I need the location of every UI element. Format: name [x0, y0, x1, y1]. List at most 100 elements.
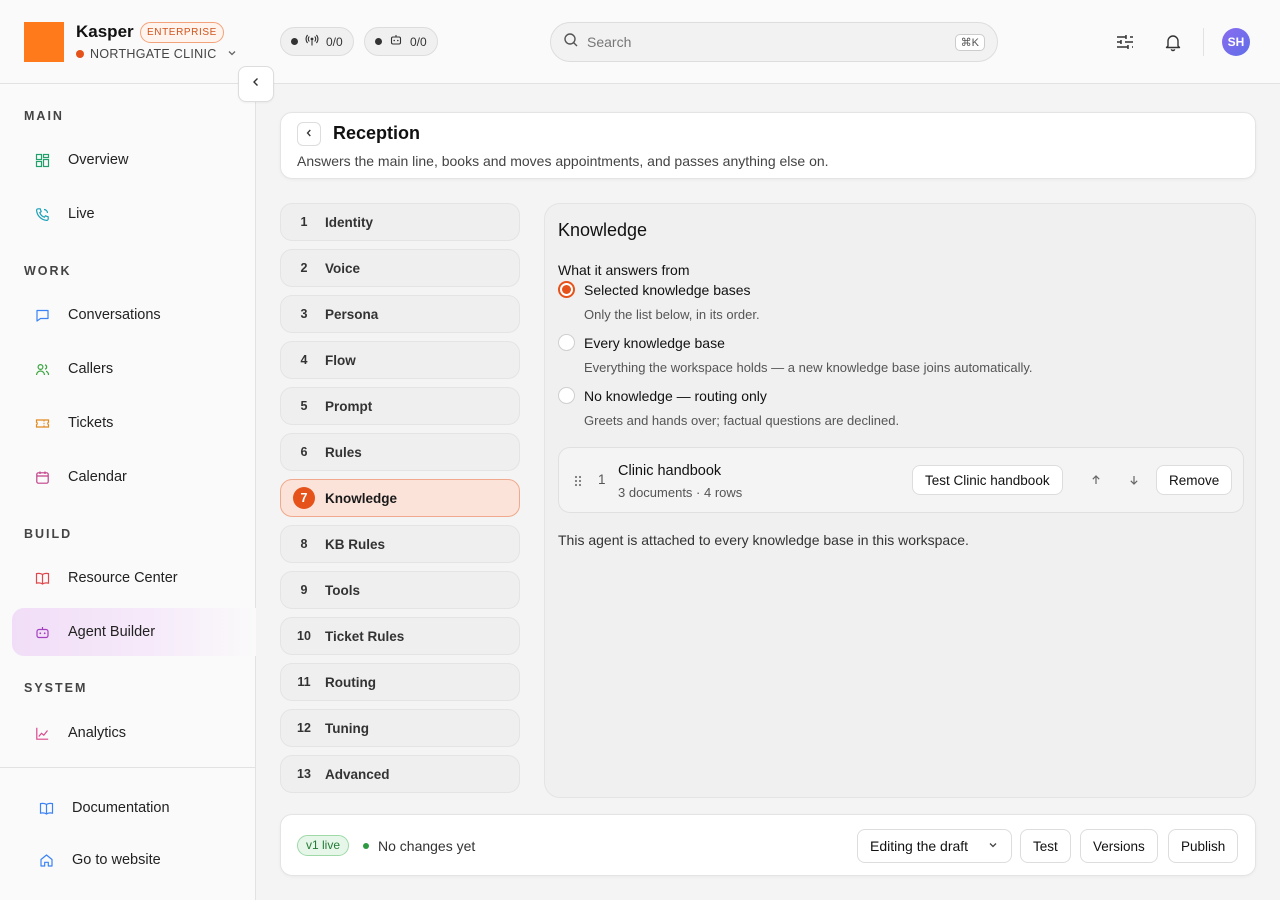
step-number: 9	[300, 583, 308, 597]
sidebar-item-overview[interactable]: Overview	[12, 136, 256, 184]
sidebar-collapse-button[interactable]	[238, 66, 274, 102]
option-label: Every knowledge base	[584, 334, 725, 351]
versions-button[interactable]: Versions	[1080, 829, 1158, 863]
sidebar-item-go-to-website[interactable]: Go to website	[16, 836, 260, 884]
draft-status-text: No changes yet	[378, 838, 476, 854]
radio-unselected[interactable]	[558, 387, 575, 404]
arrow-down-icon[interactable]	[1125, 470, 1143, 490]
step-label: Identity	[325, 214, 374, 230]
option-label: Selected knowledge bases	[584, 281, 751, 298]
workspace-name: NORTHGATE CLINIC	[90, 47, 217, 61]
step-label: Routing	[325, 674, 376, 690]
step-kb-rules[interactable]: 8 KB Rules	[280, 525, 520, 563]
option-selected-knowledge-bases[interactable]: Selected knowledge bases	[558, 281, 751, 298]
radio-selected[interactable]	[558, 281, 575, 298]
sidebar: MAIN Overview Live WORK Conversations Ca…	[0, 84, 256, 900]
draft-status: No changes yet	[363, 838, 475, 854]
ticket-icon	[34, 415, 50, 431]
edit-mode-select[interactable]: Editing the draft	[857, 829, 1012, 863]
step-ticket-rules[interactable]: 10 Ticket Rules	[280, 617, 520, 655]
bot-icon	[389, 33, 403, 50]
step-prompt[interactable]: 5 Prompt	[280, 387, 520, 425]
option-help: Only the list below, in its order.	[584, 307, 760, 322]
version-badge: v1 live	[297, 835, 350, 856]
sidebar-item-resource-center[interactable]: Resource Center	[12, 554, 256, 602]
step-knowledge[interactable]: 7 Knowledge	[280, 479, 520, 517]
broadcast-icon	[305, 33, 319, 50]
search-input[interactable]	[587, 34, 947, 50]
step-label: Tools	[325, 582, 360, 598]
calendar-icon	[34, 469, 50, 485]
sidebar-item-calendar[interactable]: Calendar	[12, 453, 256, 501]
arrow-up-icon[interactable]	[1087, 470, 1105, 490]
chat-icon	[34, 307, 50, 323]
search-icon	[563, 32, 579, 53]
sidebar-item-label: Agent Builder	[68, 624, 156, 640]
kb-meta: 3 documents · 4 rows	[618, 485, 743, 500]
step-label: Ticket Rules	[325, 628, 405, 644]
step-routing[interactable]: 11 Routing	[280, 663, 520, 701]
knowledge-panel: Knowledge What it answers from Selected …	[544, 203, 1256, 798]
bell-icon[interactable]	[1161, 30, 1185, 54]
step-label: Flow	[325, 352, 356, 368]
step-persona[interactable]: 3 Persona	[280, 295, 520, 333]
test-kb-button[interactable]: Test Clinic handbook	[912, 465, 1063, 495]
chevron-left-icon	[250, 75, 262, 93]
agent-description: Answers the main line, books and moves a…	[297, 153, 829, 169]
step-identity[interactable]: 1 Identity	[280, 203, 520, 241]
page-title: Reception	[333, 123, 421, 143]
option-help: Greets and hands over; factual questions…	[584, 413, 900, 428]
sidebar-item-callers[interactable]: Callers	[12, 345, 256, 393]
step-number: 5	[300, 399, 308, 413]
step-advanced[interactable]: 13 Advanced	[280, 755, 520, 793]
step-flow[interactable]: 4 Flow	[280, 341, 520, 379]
sidebar-item-tickets[interactable]: Tickets	[12, 399, 256, 447]
step-tuning[interactable]: 12 Tuning	[280, 709, 520, 747]
attached-note: This agent is attached to every knowledg…	[558, 532, 969, 548]
sidebar-item-agent-builder[interactable]: Agent Builder	[12, 608, 256, 656]
drag-handle-icon[interactable]	[573, 474, 583, 491]
sidebar-item-label: Overview	[68, 152, 129, 168]
step-label: Knowledge	[325, 490, 398, 506]
book-open-icon	[38, 800, 54, 816]
bots-counter-pill[interactable]: 0/0	[364, 27, 438, 56]
status-dot	[291, 38, 298, 45]
step-number: 11	[297, 675, 311, 689]
publish-button[interactable]: Publish	[1168, 829, 1239, 863]
avatar[interactable]: SH	[1222, 28, 1250, 56]
step-label: Advanced	[325, 766, 390, 782]
phone-icon	[34, 206, 50, 222]
back-button[interactable]	[297, 122, 321, 146]
radio-unselected[interactable]	[558, 334, 575, 351]
test-button[interactable]: Test	[1020, 829, 1071, 863]
step-number: 6	[300, 445, 308, 459]
sidebar-item-label: Conversations	[68, 307, 161, 323]
option-help: Everything the workspace holds — a new k…	[584, 360, 1033, 375]
step-number: 7	[293, 487, 315, 509]
users-icon	[34, 361, 50, 377]
search-box[interactable]: ⌘K	[550, 22, 998, 62]
sidebar-item-analytics[interactable]: Analytics	[12, 709, 256, 757]
divider	[1203, 28, 1204, 56]
option-no-knowledge[interactable]: No knowledge — routing only	[558, 387, 767, 404]
sidebar-item-conversations[interactable]: Conversations	[12, 291, 256, 339]
option-every-knowledge-base[interactable]: Every knowledge base	[558, 334, 725, 351]
option-label: No knowledge — routing only	[584, 387, 767, 404]
sidebar-item-label: Resource Center	[68, 570, 178, 586]
sidebar-item-documentation[interactable]: Documentation	[16, 784, 260, 832]
calls-counter-pill[interactable]: 0/0	[280, 27, 354, 56]
filter-settings-icon[interactable]	[1113, 30, 1137, 54]
step-tools[interactable]: 9 Tools	[280, 571, 520, 609]
remove-kb-button[interactable]: Remove	[1156, 465, 1233, 495]
step-voice[interactable]: 2 Voice	[280, 249, 520, 287]
bot-icon	[34, 624, 50, 640]
sidebar-item-label: Go to website	[72, 852, 161, 868]
step-rules[interactable]: 6 Rules	[280, 433, 520, 471]
section-label-main: MAIN	[24, 109, 64, 123]
workspace-status-dot	[76, 50, 84, 58]
step-label: KB Rules	[325, 536, 386, 552]
workspace-switcher[interactable]: NORTHGATE CLINIC	[76, 47, 237, 61]
plan-badge: ENTERPRISE	[140, 22, 224, 43]
sidebar-item-live[interactable]: Live	[12, 190, 256, 238]
bots-count: 0/0	[410, 34, 427, 49]
